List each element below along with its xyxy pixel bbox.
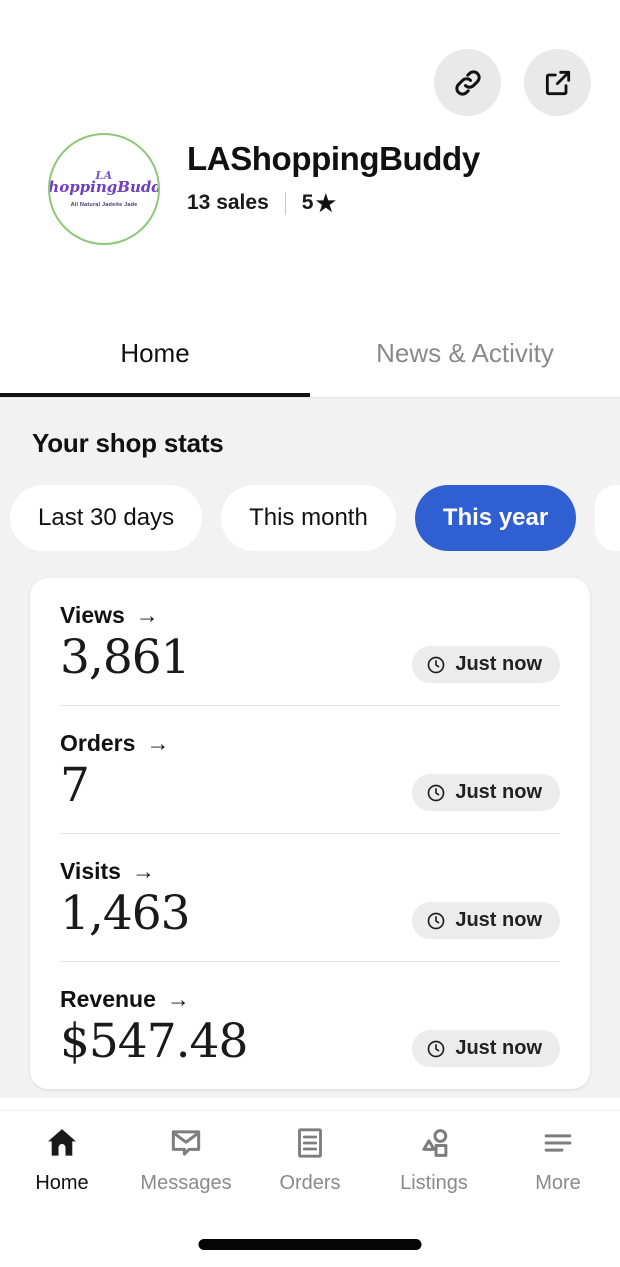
shop-sales-rating: 13 sales 5 ★ xyxy=(187,191,480,215)
nav-item-listings[interactable]: Listings xyxy=(372,1123,496,1195)
sales-count: 13 sales xyxy=(187,191,269,215)
clock-icon xyxy=(426,911,446,931)
nav-item-more[interactable]: More xyxy=(496,1123,620,1195)
stat-views-label: Views xyxy=(60,602,125,628)
listings-icon xyxy=(415,1123,453,1163)
stats-card: Views → 3,861 Just now Orders → 7 Just n… xyxy=(30,578,590,1090)
tab-news-activity[interactable]: News & Activity xyxy=(310,310,620,397)
star-icon: ★ xyxy=(315,189,337,216)
tab-home-label: Home xyxy=(120,338,190,368)
shop-name: LAShoppingBuddy xyxy=(187,140,480,177)
filter-this-year[interactable]: This year xyxy=(414,485,577,551)
stat-visits-timestamp: Just now xyxy=(412,902,560,940)
arrow-right-icon: → xyxy=(131,858,155,885)
link-icon xyxy=(451,66,485,100)
orders-icon xyxy=(292,1123,328,1163)
shop-avatar[interactable]: LA ShoppingBuddy All Natural Jadeite Jad… xyxy=(48,133,160,245)
clock-icon xyxy=(426,1039,446,1059)
nav-item-more-label: More xyxy=(535,1172,581,1194)
arrow-right-icon: → xyxy=(146,730,170,757)
stat-row-orders[interactable]: Orders → 7 Just now xyxy=(60,706,560,835)
tab-news-activity-label: News & Activity xyxy=(376,338,554,368)
stat-visits-label-group: Visits → xyxy=(60,858,560,885)
stat-views-timestamp: Just now xyxy=(412,646,560,684)
nav-item-messages[interactable]: Messages xyxy=(124,1123,248,1195)
stat-row-visits[interactable]: Visits → 1,463 Just now xyxy=(60,834,560,963)
home-icon xyxy=(43,1123,81,1163)
filter-next-partial[interactable] xyxy=(595,485,620,551)
filter-this-month[interactable]: This month xyxy=(221,485,396,551)
meta-divider xyxy=(284,191,286,215)
filter-this-month-label: This month xyxy=(249,504,368,531)
bottom-navigation: Home Messages Orders Listings More xyxy=(0,1110,620,1215)
stat-visits-timestamp-label: Just now xyxy=(455,909,542,932)
stat-revenue-label: Revenue xyxy=(60,986,156,1013)
stat-orders-label: Orders xyxy=(60,730,136,757)
shop-rating: 5 ★ xyxy=(302,191,336,215)
arrow-right-icon: → xyxy=(135,602,159,628)
nav-item-home-label: Home xyxy=(35,1172,89,1194)
shop-identity: LA ShoppingBuddy All Natural Jadeite Jad… xyxy=(48,133,480,245)
open-shop-button[interactable] xyxy=(524,49,591,116)
stats-heading: Your shop stats xyxy=(32,428,224,458)
nav-item-orders[interactable]: Orders xyxy=(248,1123,372,1195)
logo-name-text: ShoppingBuddy xyxy=(48,178,158,197)
stat-revenue-timestamp: Just now xyxy=(412,1030,560,1068)
stat-row-views[interactable]: Views → 3,861 Just now xyxy=(60,578,560,707)
filter-last-30-days-label: Last 30 days xyxy=(38,504,175,531)
logo-sub-text: All Natural Jadeite Jade xyxy=(70,201,138,208)
filter-last-30-days[interactable]: Last 30 days xyxy=(10,485,203,551)
arrow-right-icon: → xyxy=(166,986,190,1013)
nav-item-home[interactable]: Home xyxy=(0,1123,124,1195)
stat-orders-timestamp-label: Just now xyxy=(455,781,542,804)
stat-revenue-timestamp-label: Just now xyxy=(455,1037,542,1060)
shop-stats-section: Your shop stats Last 30 days This month … xyxy=(0,398,620,1098)
filter-this-year-label: This year xyxy=(442,504,549,531)
nav-item-orders-label: Orders xyxy=(279,1172,341,1194)
shop-meta: LAShoppingBuddy 13 sales 5 ★ xyxy=(187,133,480,215)
external-link-icon xyxy=(542,67,574,99)
home-indicator xyxy=(198,1239,422,1250)
stat-visits-label: Visits xyxy=(60,858,121,885)
rating-value: 5 xyxy=(301,191,314,215)
stat-revenue-label-group: Revenue → xyxy=(60,986,560,1013)
shop-tabs: Home News & Activity xyxy=(0,310,620,398)
menu-icon xyxy=(539,1123,577,1163)
header-actions xyxy=(434,49,591,116)
tab-home[interactable]: Home xyxy=(0,310,310,397)
stat-row-revenue[interactable]: Revenue → $547.48 Just now xyxy=(60,962,560,1089)
stats-filter-row[interactable]: Last 30 days This month This year xyxy=(0,485,620,551)
stat-views-label-group: Views → xyxy=(60,602,560,629)
nav-item-listings-label: Listings xyxy=(400,1172,468,1194)
shop-header: LA ShoppingBuddy All Natural Jadeite Jad… xyxy=(0,0,620,310)
clock-icon xyxy=(426,783,446,803)
messages-icon xyxy=(167,1123,205,1163)
clock-icon xyxy=(426,655,446,675)
stat-orders-timestamp: Just now xyxy=(412,774,560,812)
stat-orders-label-group: Orders → xyxy=(60,730,560,757)
nav-item-messages-label: Messages xyxy=(140,1172,232,1194)
shop-manager-screen: LA ShoppingBuddy All Natural Jadeite Jad… xyxy=(0,0,620,1267)
stat-views-timestamp-label: Just now xyxy=(455,653,542,676)
copy-link-button[interactable] xyxy=(434,49,501,116)
